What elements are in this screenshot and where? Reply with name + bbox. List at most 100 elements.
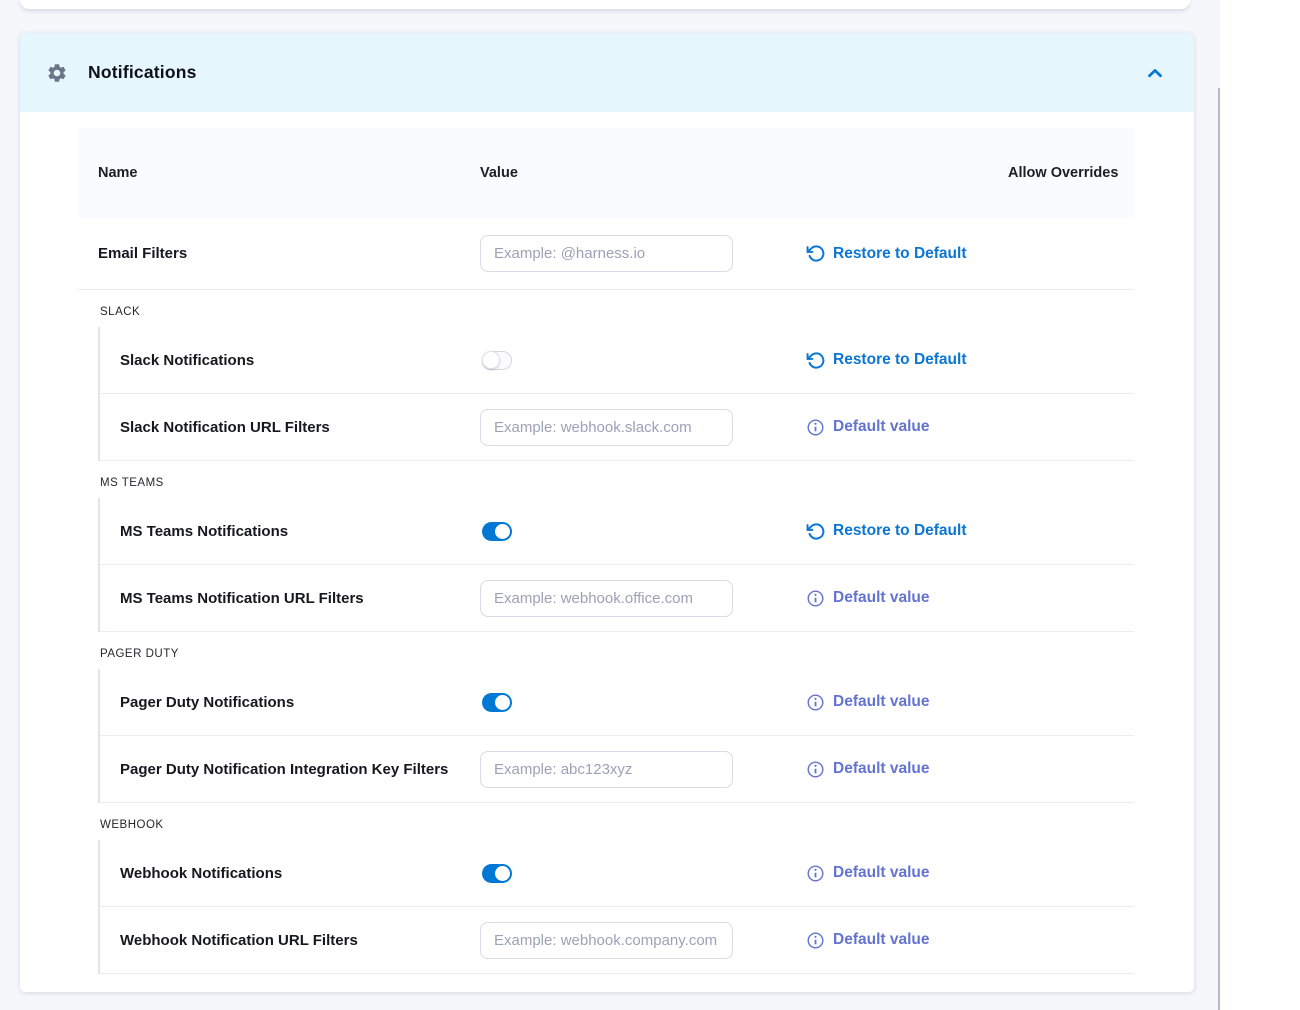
info-icon [806,931,825,950]
action-cell: Default value [806,589,1134,608]
value-cell [480,235,806,272]
group-rows: Email Filters Restore to Default [78,218,1134,290]
setting-name: MS Teams Notification URL Filters [100,590,480,607]
settings-group: SLACK Slack Notifications Restore to Def… [78,290,1134,461]
setting-row: Slack Notifications Restore to Default [100,327,1134,394]
panel-header: Notifications [20,33,1194,112]
action-label: Default value [833,931,929,949]
setting-input[interactable] [480,409,733,446]
right-rail [1220,0,1300,1010]
toggle-knob [482,351,500,369]
setting-name: Email Filters [78,245,480,262]
action-label: Restore to Default [833,522,967,540]
setting-row: Webhook Notifications Default value [100,840,1134,907]
panel-title: Notifications [88,62,197,83]
default-value-indicator[interactable]: Default value [806,931,929,950]
setting-toggle[interactable] [482,693,512,712]
restore-to-default-link[interactable]: Restore to Default [806,351,967,370]
setting-name: Webhook Notification URL Filters [100,932,480,949]
action-cell: Default value [806,864,1134,883]
setting-input[interactable] [480,751,733,788]
restore-to-default-link[interactable]: Restore to Default [806,522,967,541]
value-cell [480,522,806,541]
previous-card-bottom-edge [20,0,1190,9]
setting-row: Webhook Notification URL Filters Default… [100,907,1134,974]
setting-name: Slack Notification URL Filters [100,419,480,436]
action-label: Restore to Default [833,245,967,263]
value-cell [480,864,806,883]
info-icon [806,760,825,779]
setting-name: Pager Duty Notification Integration Key … [100,761,480,778]
collapse-section-button[interactable] [1142,60,1168,86]
settings-group: Email Filters Restore to Default [78,218,1134,290]
setting-toggle[interactable] [482,864,512,883]
info-icon [806,693,825,712]
default-value-indicator[interactable]: Default value [806,589,929,608]
group-rows: Pager Duty Notifications Default value P… [98,669,1134,803]
group-label: SLACK [78,290,1134,327]
action-cell: Restore to Default [806,522,1134,541]
setting-row: Pager Duty Notifications Default value [100,669,1134,736]
group-rows: Slack Notifications Restore to Default S… [98,327,1134,461]
value-cell [480,751,806,788]
setting-input[interactable] [480,580,733,617]
settings-group: PAGER DUTY Pager Duty Notifications Defa… [78,632,1134,803]
action-cell: Default value [806,760,1134,779]
group-rows: MS Teams Notifications Restore to Defaul… [98,498,1134,632]
setting-toggle[interactable] [482,522,512,541]
restore-icon [806,244,825,263]
right-rail-divider [1218,88,1220,1010]
action-label: Default value [833,589,929,607]
chevron-up-icon [1144,62,1166,84]
setting-name: Pager Duty Notifications [100,694,480,711]
table-header-row: Name Value Allow Overrides [78,128,1134,218]
value-cell [480,922,806,959]
settings-groups: Email Filters Restore to Default SLACK S… [78,218,1134,974]
column-header-value: Value [480,161,1008,186]
setting-row: MS Teams Notification URL Filters Defaul… [100,565,1134,632]
action-cell: Restore to Default [806,351,1134,370]
default-value-indicator[interactable]: Default value [806,693,929,712]
action-label: Default value [833,693,929,711]
setting-name: Slack Notifications [100,352,480,369]
value-cell [480,409,806,446]
default-value-indicator[interactable]: Default value [806,864,929,883]
setting-name: MS Teams Notifications [100,523,480,540]
setting-input[interactable] [480,235,733,272]
setting-name: Webhook Notifications [100,865,480,882]
value-cell [480,693,806,712]
toggle-knob [495,524,510,539]
setting-row: Email Filters Restore to Default [78,218,1134,290]
toggle-knob [495,866,510,881]
action-label: Default value [833,864,929,882]
group-label: PAGER DUTY [78,632,1134,669]
setting-toggle[interactable] [482,351,512,370]
group-label: WEBHOOK [78,803,1134,840]
action-label: Default value [833,418,929,436]
action-cell: Default value [806,693,1134,712]
value-cell [480,351,806,370]
info-icon [806,589,825,608]
settings-group: WEBHOOK Webhook Notifications Default va… [78,803,1134,974]
restore-icon [806,351,825,370]
action-label: Default value [833,760,929,778]
settings-group: MS TEAMS MS Teams Notifications Restore … [78,461,1134,632]
action-cell: Default value [806,931,1134,950]
column-header-name: Name [78,161,480,186]
action-cell: Restore to Default [806,244,1134,263]
column-header-allow-overrides: Allow Overrides [1008,161,1134,186]
restore-icon [806,522,825,541]
restore-to-default-link[interactable]: Restore to Default [806,244,967,263]
settings-table: Name Value Allow Overrides Email Filters… [78,128,1134,974]
info-icon [806,864,825,883]
group-label: MS TEAMS [78,461,1134,498]
default-value-indicator[interactable]: Default value [806,760,929,779]
gear-icon [46,62,68,84]
default-value-indicator[interactable]: Default value [806,418,929,437]
value-cell [480,580,806,617]
setting-row: MS Teams Notifications Restore to Defaul… [100,498,1134,565]
setting-row: Pager Duty Notification Integration Key … [100,736,1134,803]
setting-input[interactable] [480,922,733,959]
group-rows: Webhook Notifications Default value Webh… [98,840,1134,974]
toggle-knob [495,695,510,710]
